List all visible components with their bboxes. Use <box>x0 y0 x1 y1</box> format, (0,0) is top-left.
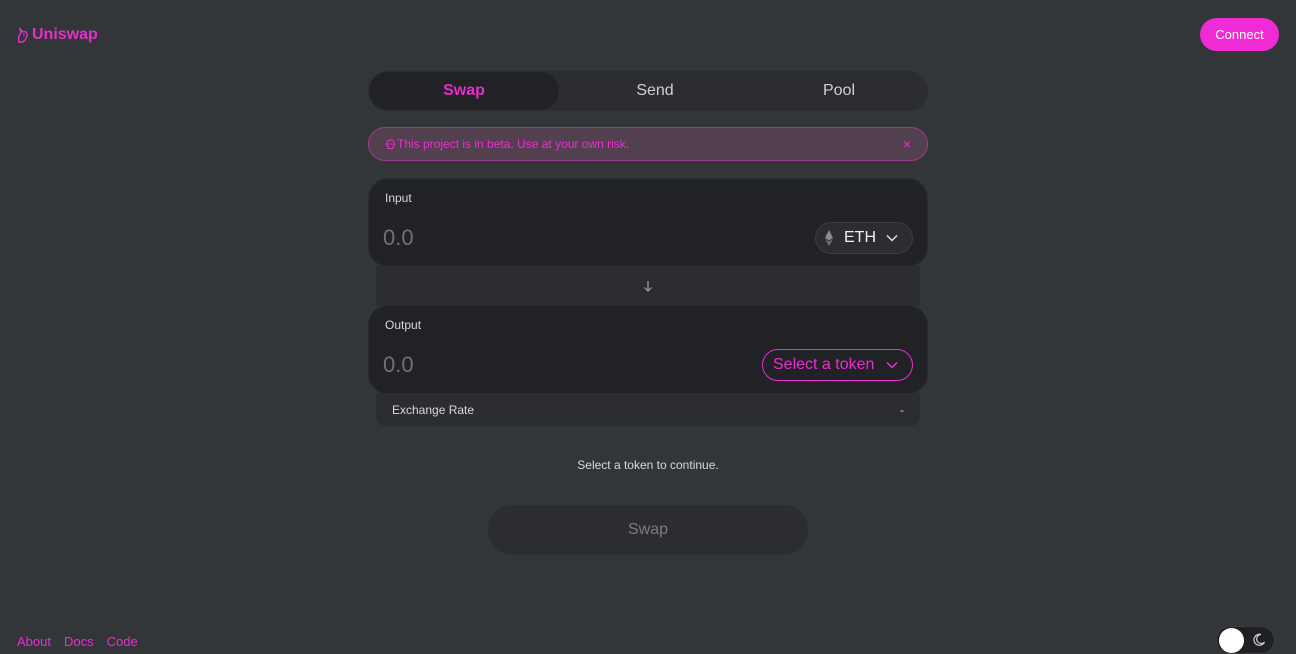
swap-button[interactable]: Swap <box>488 505 808 555</box>
tab-pool[interactable]: Pool <box>750 71 928 111</box>
footer-link-code[interactable]: Code <box>107 634 138 649</box>
moon-icon <box>1253 633 1266 646</box>
mode-tabs: Swap Send Pool <box>368 71 928 111</box>
connect-button[interactable]: Connect <box>1200 18 1279 51</box>
arrow-down-icon[interactable] <box>643 280 653 292</box>
input-token-symbol: ETH <box>844 229 876 246</box>
tab-swap[interactable]: Swap <box>369 72 559 110</box>
select-token-label: Select a token <box>773 356 875 373</box>
exchange-rate-value: - <box>900 402 904 417</box>
close-icon[interactable]: × <box>903 136 911 152</box>
page: Uniswap Connect Swap Send Pool This proj… <box>0 0 1296 654</box>
chevron-down-icon <box>886 234 898 242</box>
exchange-rate-label: Exchange Rate <box>392 402 475 417</box>
tab-send[interactable]: Send <box>560 71 750 111</box>
exchange-rate-row: Exchange Rate - <box>376 393 920 426</box>
select-token-button[interactable]: Select a token <box>762 349 913 381</box>
input-panel: Input ETH <box>368 178 928 267</box>
footer-links: About Docs Code <box>17 634 138 649</box>
skull-icon <box>385 138 396 149</box>
footer-link-docs[interactable]: Docs <box>64 634 94 649</box>
theme-toggle[interactable] <box>1216 626 1275 654</box>
swap-direction-strip <box>376 266 920 306</box>
chevron-down-icon <box>886 361 898 369</box>
input-token-selector[interactable]: ETH <box>815 222 913 254</box>
eth-icon <box>825 230 833 246</box>
input-label: Input <box>385 191 412 205</box>
beta-warning-text: This project is in beta. Use at your own… <box>397 137 630 151</box>
logo-text: Uniswap <box>32 26 98 43</box>
footer-link-about[interactable]: About <box>17 634 51 649</box>
input-amount-field[interactable] <box>383 223 683 253</box>
beta-warning-banner: This project is in beta. Use at your own… <box>368 127 928 161</box>
output-amount-field[interactable] <box>383 350 683 380</box>
output-panel: Output Select a token <box>368 305 928 394</box>
unicorn-icon <box>17 27 28 43</box>
toggle-knob <box>1219 628 1244 653</box>
output-label: Output <box>385 318 422 332</box>
status-message: Select a token to continue. <box>577 458 719 472</box>
uniswap-logo-link[interactable]: Uniswap <box>16 26 98 44</box>
